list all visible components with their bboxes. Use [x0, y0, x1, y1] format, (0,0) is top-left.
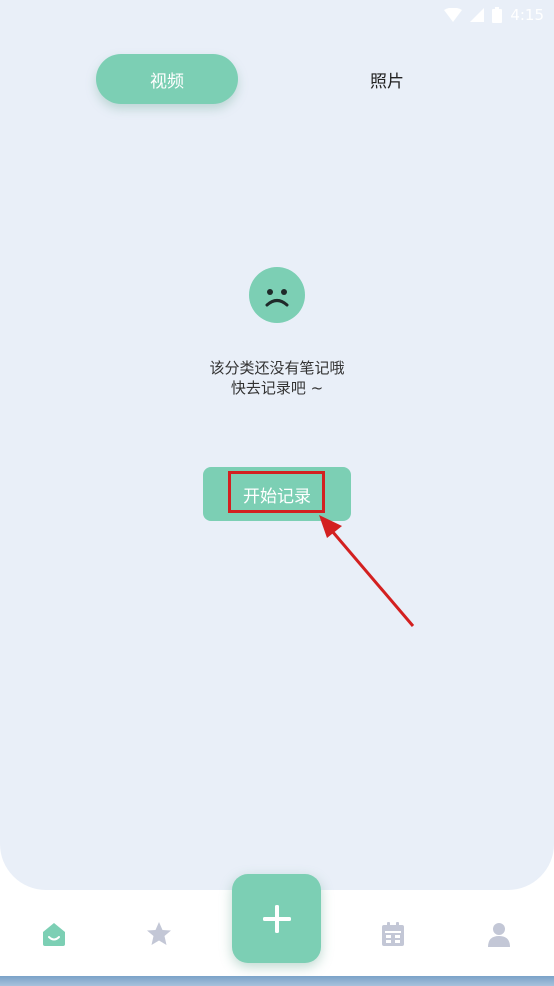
battery-icon [492, 7, 503, 23]
calendar-icon [382, 922, 404, 946]
empty-message-line2: 快去记录吧 ~ [230, 379, 324, 397]
person-icon [488, 923, 510, 947]
nav-favorites[interactable] [139, 914, 179, 954]
tab-photo-label: 照片 [370, 71, 404, 92]
bottom-strip [0, 976, 554, 986]
star-icon [147, 922, 171, 945]
tab-photo[interactable]: 照片 [316, 54, 458, 104]
plus-icon [262, 904, 291, 933]
wifi-icon [444, 8, 463, 22]
tab-video-label: 视频 [150, 71, 184, 92]
start-record-button[interactable]: 开始记录 [203, 467, 351, 521]
nav-calendar[interactable] [373, 914, 413, 954]
status-bar: 4:15 [0, 0, 554, 30]
empty-message-line1: 该分类还没有笔记哦 [209, 359, 345, 377]
signal-icon [470, 8, 485, 22]
status-time: 4:15 [510, 6, 544, 24]
main-panel [0, 0, 554, 890]
sad-face-icon [249, 267, 305, 323]
start-record-label: 开始记录 [243, 486, 311, 507]
nav-home[interactable] [34, 914, 74, 954]
add-button[interactable] [232, 874, 321, 963]
nav-profile[interactable] [479, 914, 519, 954]
home-icon [43, 923, 65, 946]
tab-video[interactable]: 视频 [96, 54, 238, 104]
